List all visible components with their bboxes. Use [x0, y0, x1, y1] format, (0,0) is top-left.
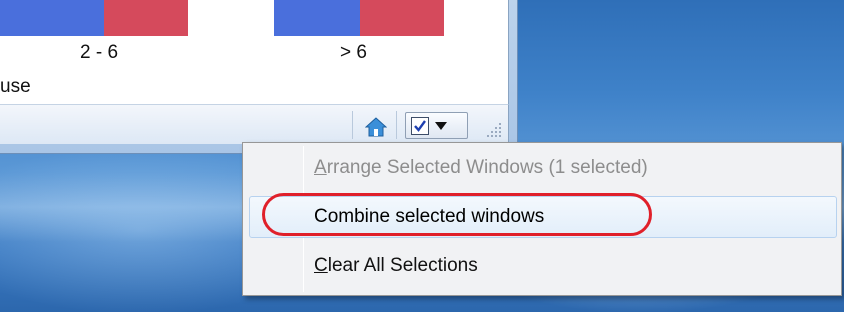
- application-window: 2 - 6 > 6 use: [0, 0, 518, 154]
- menu-item-label: rrange Selected Windows (1 selected): [326, 157, 648, 178]
- chart-bar-blue: [274, 0, 360, 36]
- status-separator: [396, 111, 397, 139]
- checkbox-checked-icon: [411, 116, 429, 135]
- axis-tick-label: 2 - 6: [80, 42, 119, 63]
- chart-bar-red: [360, 0, 444, 36]
- dropdown-arrow-icon: [435, 121, 447, 130]
- chart-bar-red: [104, 0, 188, 36]
- chart-area: 2 - 6 > 6 use: [0, 0, 509, 104]
- home-button[interactable]: [362, 115, 390, 139]
- window-selection-dropdown-button[interactable]: [405, 112, 468, 139]
- resize-grip-icon[interactable]: [487, 121, 503, 137]
- menu-item-accelerator: A: [314, 157, 327, 178]
- chart-bar-blue: [0, 0, 104, 36]
- status-bar: [0, 104, 509, 144]
- menu-item-clear-all-selections[interactable]: Clear All Selections: [249, 245, 837, 287]
- axis-tick-label: > 6: [340, 42, 367, 63]
- red-highlight-annotation: [262, 193, 652, 236]
- legend-text-fragment: use: [0, 76, 31, 97]
- menu-item-accelerator: C: [314, 255, 328, 276]
- status-separator: [352, 111, 353, 139]
- menu-item-label: lear All Selections: [327, 255, 478, 276]
- menu-item-arrange-selected-windows[interactable]: Arrange Selected Windows (1 selected): [249, 147, 837, 189]
- home-icon: [365, 117, 387, 137]
